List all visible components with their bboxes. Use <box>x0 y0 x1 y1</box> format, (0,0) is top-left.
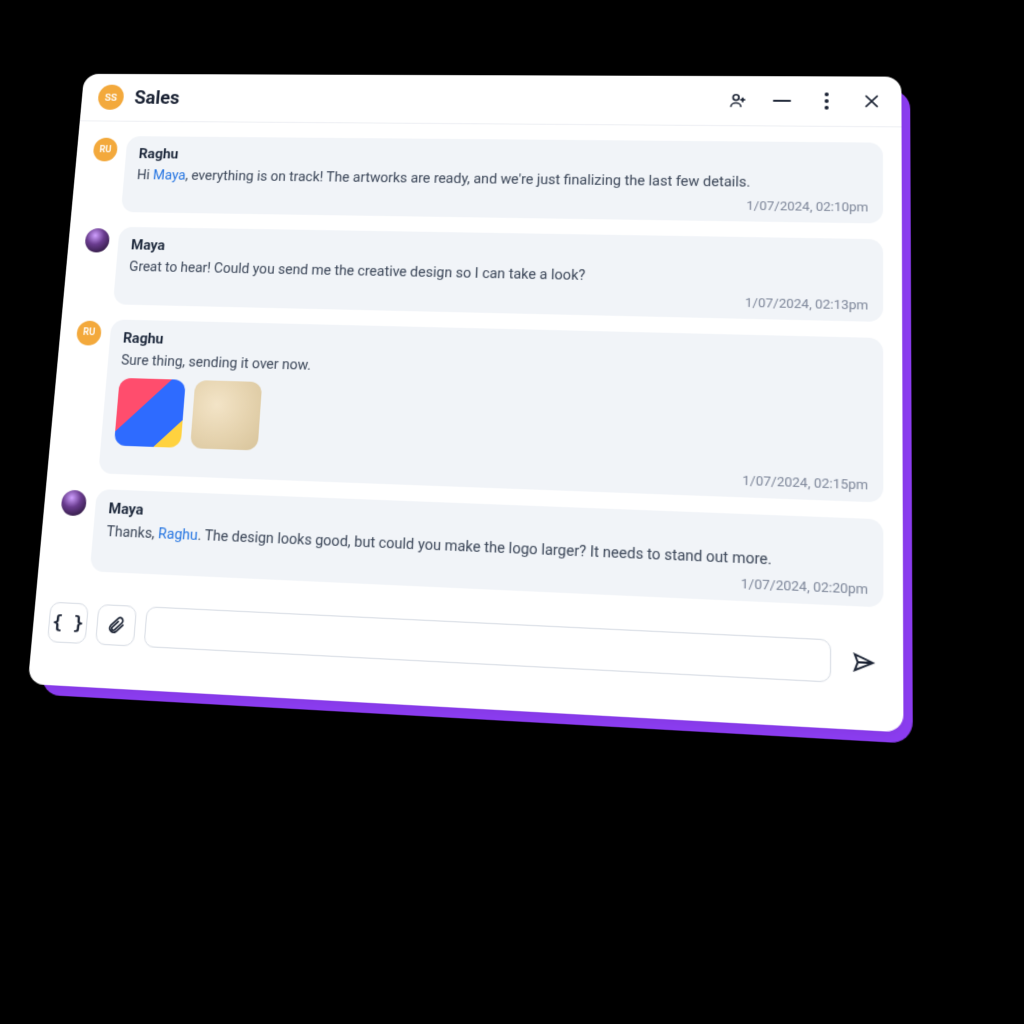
add-user-icon[interactable] <box>726 90 748 111</box>
code-braces-button[interactable]: { } <box>47 602 89 644</box>
message-row: MayaGreat to hear! Could you send me the… <box>80 226 884 321</box>
channel-avatar: SS <box>97 85 125 110</box>
message-avatar[interactable]: RU <box>76 320 102 345</box>
message-text: , everything is on track! The artworks a… <box>185 168 751 191</box>
close-icon[interactable] <box>860 91 883 112</box>
message-bubble: MayaGreat to hear! Could you send me the… <box>113 227 883 322</box>
braces-icon: { } <box>51 611 84 634</box>
chat-window: SS Sales RURa <box>28 74 904 733</box>
attachment-thumbnail[interactable] <box>190 380 262 450</box>
message-row: RURaghuSure thing, sending it over now.1… <box>64 318 883 503</box>
messages-list: RURaghuHi Maya, everything is on track! … <box>37 121 904 630</box>
more-icon[interactable] <box>815 91 838 112</box>
mention[interactable]: Raghu <box>158 526 199 545</box>
paperclip-icon <box>106 615 127 636</box>
message-row: MayaThanks, Raghu. The design looks good… <box>55 488 883 607</box>
message-bubble: RaghuHi Maya, everything is on track! Th… <box>121 136 883 223</box>
attach-button[interactable] <box>95 604 137 647</box>
message-bubble: MayaThanks, Raghu. The design looks good… <box>90 489 884 607</box>
attachment-thumbnail[interactable] <box>114 378 186 448</box>
chat-title: Sales <box>134 87 727 112</box>
message-body: Hi Maya, everything is on track! The art… <box>136 165 868 194</box>
message-avatar[interactable]: RU <box>92 138 118 162</box>
minimize-icon[interactable] <box>771 90 793 111</box>
mention[interactable]: Maya <box>152 167 186 183</box>
message-text: Sure thing, sending it over now. <box>121 352 312 374</box>
header-actions <box>726 90 883 112</box>
send-icon <box>852 650 876 675</box>
message-text: Thanks, <box>106 523 159 542</box>
message-row: RURaghuHi Maya, everything is on track! … <box>88 136 883 223</box>
message-avatar[interactable] <box>84 228 110 253</box>
chat-header: SS Sales <box>80 74 902 128</box>
message-bubble: RaghuSure thing, sending it over now.1/0… <box>98 319 883 503</box>
message-avatar[interactable] <box>60 490 87 517</box>
message-text: Great to hear! Could you send me the cre… <box>129 258 586 283</box>
message-timestamp: 1/07/2024, 02:10pm <box>135 191 869 215</box>
send-button[interactable] <box>842 640 886 686</box>
